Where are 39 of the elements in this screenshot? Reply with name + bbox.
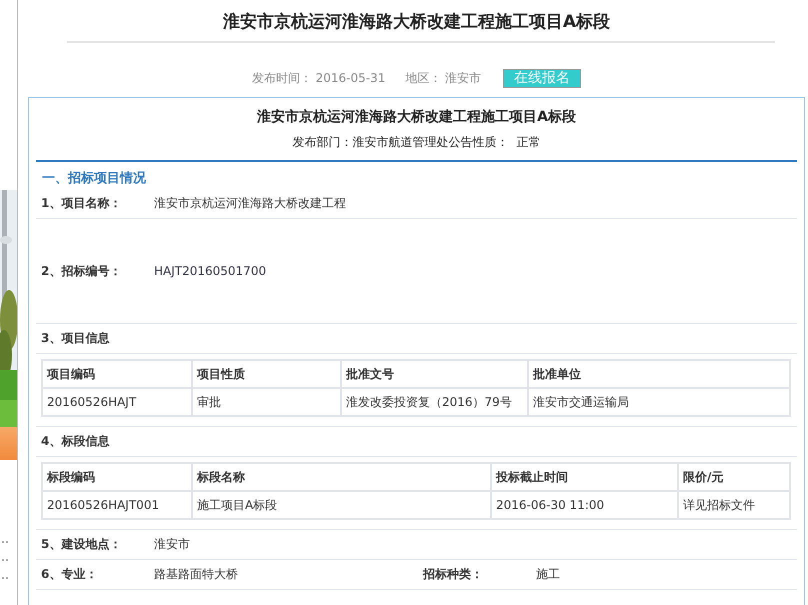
table-cell: 审批 bbox=[192, 388, 341, 416]
field-value: 路基路面特大桥 bbox=[154, 566, 239, 583]
field-label: 3、项目信息 bbox=[41, 330, 110, 347]
field-label: 6、专业： bbox=[41, 566, 98, 583]
field-value: 淮安市京杭运河淮海路大桥改建工程 bbox=[154, 195, 346, 212]
table-cell: 2016-06-30 11:00 bbox=[491, 491, 678, 519]
meta-text: 地区： 淮安市 bbox=[405, 70, 482, 87]
table-cell: 施工项目A标段 bbox=[192, 491, 491, 519]
field-label: 1、项目名称： bbox=[41, 195, 122, 212]
dots-icon bbox=[2, 558, 10, 562]
column-header: 项目编码 bbox=[42, 360, 192, 388]
department-text: 发布部门：淮安市航道管理处公告性质： 正常 bbox=[292, 134, 542, 151]
field-label: 4、标段信息 bbox=[41, 433, 110, 450]
field-label: 2、招标编号： bbox=[41, 262, 122, 280]
column-header: 限价/元 bbox=[678, 463, 790, 491]
table-cell: 20160526HAJT bbox=[42, 388, 192, 416]
meta-text: 发布时间： 2016-05-31 bbox=[252, 70, 386, 87]
column-header: 标段名称 bbox=[192, 463, 491, 491]
page-title: 淮安市京杭运河淮海路大桥改建工程施工项目A标段 bbox=[222, 11, 610, 33]
dots-icon bbox=[2, 576, 10, 580]
table-cell: 淮发改委投资复（2016）79号 bbox=[341, 388, 528, 416]
column-header: 标段编码 bbox=[42, 463, 192, 491]
table-cell: 淮安市交通运输局 bbox=[528, 388, 790, 416]
field-value: 淮安市 bbox=[154, 536, 190, 553]
column-header: 投标截止时间 bbox=[491, 463, 678, 491]
side-banner bbox=[0, 427, 17, 460]
dots-icon bbox=[2, 540, 10, 544]
notice-title: 淮安市京杭运河淮海路大桥改建工程施工项目A标段 bbox=[256, 108, 577, 126]
table-cell: 详见招标文件 bbox=[678, 491, 790, 519]
column-header: 批准单位 bbox=[528, 360, 790, 388]
field-label: 5、建设地点： bbox=[41, 536, 122, 553]
column-header: 批准文号 bbox=[341, 360, 528, 388]
field-value: HAJT20160501700 bbox=[154, 264, 266, 278]
table-cell: 20160526HAJT001 bbox=[42, 491, 192, 519]
field-value: 施工 bbox=[536, 566, 560, 583]
signup-button[interactable]: 在线报名 bbox=[503, 69, 582, 88]
column-header: 项目性质 bbox=[192, 360, 341, 388]
field-label: 招标种类： bbox=[423, 566, 484, 583]
section-heading: 一、招标项目情况 bbox=[41, 170, 147, 188]
